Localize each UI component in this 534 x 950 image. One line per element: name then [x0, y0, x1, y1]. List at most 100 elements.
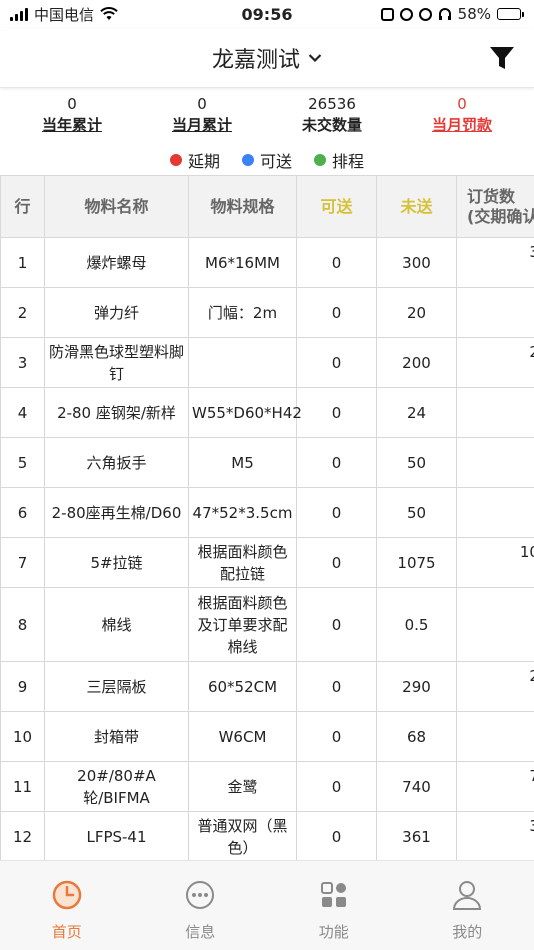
undelivered-cell: 50 — [376, 487, 457, 538]
header-order-qty-line2: (交期确认 — [467, 206, 534, 226]
legend-dot — [169, 154, 182, 166]
table-row[interactable]: 42-80 座钢架/新样W55*D60*H4202424(0) — [0, 387, 534, 438]
material-spec-cell: 根据面料颜色及订单要求配棉线 — [188, 587, 297, 662]
table-row[interactable]: 2弹力纤门幅：2m02020(0) — [0, 287, 534, 338]
undelivered-cell: 68 — [376, 711, 457, 762]
signal-icon — [10, 7, 28, 21]
tab-label: 我的 — [452, 923, 483, 941]
undelivered-cell: 24 — [376, 387, 457, 438]
row-number-cell: 12 — [0, 811, 45, 860]
tab-functions[interactable]: 功能 — [267, 861, 401, 950]
undelivered-cell: 290 — [376, 661, 457, 712]
battery-icon — [497, 8, 524, 20]
order-qty-cell: 6.5(0) — [456, 587, 534, 662]
material-name-cell: 六角扳手 — [44, 437, 189, 488]
tab-home[interactable]: 首页 — [0, 861, 134, 950]
order-confirmed-value: (0) — [460, 687, 534, 709]
summary-value: 0 — [67, 95, 77, 113]
grid-apps-icon — [320, 882, 346, 907]
table-row[interactable]: 12LFPS-41普通双网（黑色）0361361(0) — [0, 811, 534, 860]
order-qty-value: 68 — [460, 715, 534, 737]
order-qty-cell: 50(0) — [456, 487, 534, 538]
summary-value: 0 — [197, 95, 207, 113]
tab-profile[interactable]: 我的 — [401, 861, 534, 950]
order-confirmed-value: (0) — [460, 263, 534, 285]
summary-month-total[interactable]: 0 当月累计 — [147, 94, 257, 136]
material-name-cell: 三层隔板 — [44, 661, 189, 712]
table-row[interactable]: 3防滑黑色球型塑料脚钉0200200(0) — [0, 337, 534, 388]
row-number-cell: 2 — [0, 287, 45, 338]
material-name-cell: 2-80座再生棉/D60 — [44, 487, 189, 538]
status-legend: 延期 可送 排程 — [0, 147, 534, 173]
table-row[interactable]: 62-80座再生棉/D6047*52*3.5cm05050(0) — [0, 487, 534, 538]
table-row[interactable]: 10封箱带W6CM06868(0) — [0, 711, 534, 762]
undelivered-cell: 361 — [376, 811, 457, 860]
legend-label: 可送 — [259, 152, 292, 171]
row-number-cell: 10 — [0, 711, 45, 762]
deliverable-cell: 0 — [296, 487, 377, 538]
undelivered-cell: 50 — [376, 437, 457, 488]
material-spec-cell: M6*16MM — [188, 237, 297, 288]
deliverable-cell: 0 — [296, 761, 377, 812]
material-name-cell: 爆炸螺母 — [44, 237, 189, 288]
header-deliverable: 可送 — [296, 175, 377, 238]
deliverable-cell: 0 — [296, 711, 377, 762]
undelivered-cell: 740 — [376, 761, 457, 812]
order-qty-cell: 50(0) — [456, 437, 534, 488]
material-name-cell: 弹力纤 — [44, 287, 189, 338]
chat-dots-icon — [186, 881, 215, 909]
row-number-cell: 7 — [0, 537, 45, 588]
material-spec-cell: 根据面料颜色配拉链 — [188, 537, 297, 588]
summary-label: 当月罚款 — [431, 116, 492, 134]
deliverable-cell: 0 — [296, 287, 377, 338]
legend-scheduled: 排程 — [314, 148, 364, 172]
legend-dot — [314, 154, 326, 166]
summary-year-total[interactable]: 0 当年累计 — [17, 94, 127, 136]
page-title: 龙嘉测试 — [211, 47, 300, 73]
wifi-icon — [100, 7, 118, 20]
material-spec-cell — [188, 337, 297, 388]
deliverable-cell: 0 — [296, 387, 377, 438]
table-row[interactable]: 8棉线根据面料颜色及订单要求配棉线00.56.5(0) — [0, 587, 534, 662]
order-qty-cell: 20(0) — [456, 287, 534, 338]
header-row-no: 行 — [0, 175, 45, 238]
table-header-row: 行 物料名称 物料规格 可送 未送 订货数 (交期确认 — [0, 175, 534, 238]
bottom-tab-bar: 首页 信息 功能 我的 — [0, 860, 534, 950]
order-qty-cell: 740(0) — [456, 761, 534, 812]
summary-label: 当月累计 — [171, 116, 232, 134]
header-undelivered: 未送 — [376, 175, 457, 238]
materials-table-container[interactable]: 行 物料名称 物料规格 可送 未送 订货数 (交期确认 1 爆炸螺母 M6*16MM… — [0, 175, 534, 860]
legend-delayed: 延期 — [169, 148, 220, 172]
table-row[interactable]: 1120#/80#A轮/BIFMA金鹭0740740(0) — [0, 761, 534, 812]
material-spec-cell: 门幅：2m — [188, 287, 297, 338]
order-confirmed-value: (0) — [460, 313, 534, 335]
table-row[interactable]: 1爆炸螺母M6*16MM0300300(0) — [0, 237, 534, 288]
order-qty-value: 6.5 — [460, 603, 534, 625]
filter-icon[interactable] — [488, 44, 516, 72]
portrait-lock-icon — [380, 7, 394, 21]
order-confirmed-value: (0) — [460, 363, 534, 385]
summary-month-fine[interactable]: 0 当月罚款 — [407, 94, 517, 136]
row-number-cell: 1 — [0, 237, 45, 288]
legend-label: 排程 — [332, 152, 365, 171]
order-qty-cell: 300(0) — [456, 237, 534, 288]
material-spec-cell: M5 — [188, 437, 297, 488]
order-qty-cell: 290(0) — [456, 661, 534, 712]
nav-header: 龙嘉测试 — [0, 28, 534, 88]
summary-label: 未交数量 — [301, 116, 362, 134]
table-row[interactable]: 75#拉链根据面料颜色配拉链010751075(0) — [0, 537, 534, 588]
row-number-cell: 5 — [0, 437, 45, 488]
material-name-cell: 5#拉链 — [44, 537, 189, 588]
table-row[interactable]: 9三层隔板60*52CM0290290(0) — [0, 661, 534, 712]
deliverable-cell: 0 — [296, 337, 377, 388]
material-name-cell: 封箱带 — [44, 711, 189, 762]
materials-table: 行 物料名称 物料规格 可送 未送 订货数 (交期确认 1 爆炸螺母 M6*16MM… — [0, 175, 534, 860]
tab-messages[interactable]: 信息 — [134, 861, 268, 950]
project-selector[interactable]: 龙嘉测试 — [212, 42, 322, 74]
order-confirmed-value: (0) — [460, 563, 534, 585]
deliverable-cell: 0 — [296, 811, 377, 860]
undelivered-cell: 200 — [376, 337, 457, 388]
summary-undelivered-qty: 26536 未交数量 — [277, 94, 387, 136]
table-row[interactable]: 5六角扳手M505050(0) — [0, 437, 534, 488]
row-number-cell: 8 — [0, 587, 45, 662]
